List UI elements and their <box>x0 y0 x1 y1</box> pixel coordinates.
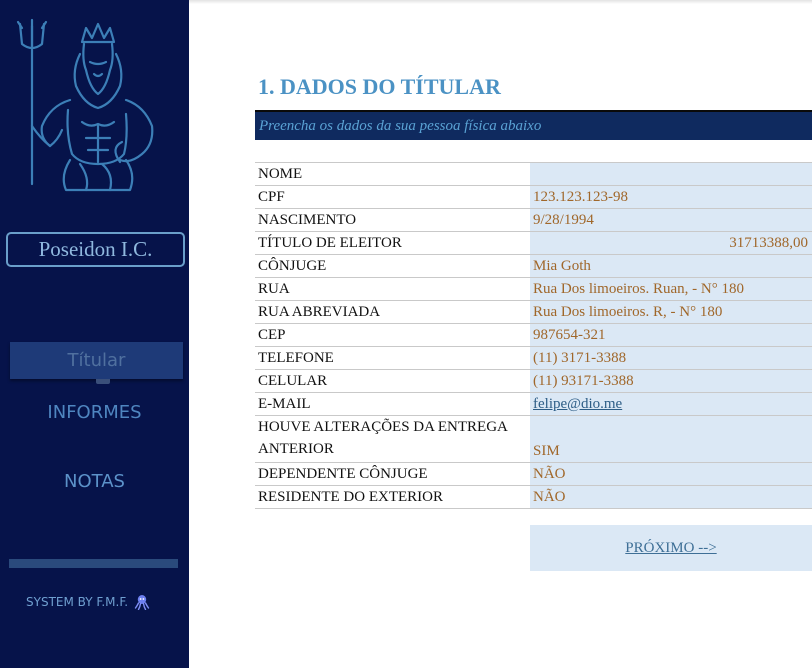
field-label: CÔNJUGE <box>255 254 530 278</box>
field-label: NOME <box>255 162 530 186</box>
rua-abreviada-field[interactable]: Rua Dos limoeiros. R, - N° 180 <box>530 300 812 324</box>
top-shadow <box>189 0 812 4</box>
nav-button-notas[interactable]: NOTAS <box>0 471 189 492</box>
table-row: CPF 123.123.123-98 <box>255 185 812 209</box>
field-label: E-MAIL <box>255 392 530 416</box>
field-label: NASCIMENTO <box>255 208 530 232</box>
field-label: DEPENDENTE CÔNJUGE <box>255 462 530 486</box>
table-row: NOME <box>255 162 812 186</box>
nome-field[interactable] <box>530 162 812 186</box>
section-subtitle: Preencha os dados da sua pessoa física a… <box>255 110 812 140</box>
field-label-line: ANTERIOR <box>258 441 334 457</box>
field-label: CELULAR <box>255 369 530 393</box>
page-title: 1. DADOS DO TÍTULAR <box>258 74 501 99</box>
table-row: CELULAR (11) 93171-3388 <box>255 369 812 393</box>
nav-button-titular-label: Títular <box>67 350 126 371</box>
brand-name: Poseidon I.C. <box>6 232 185 267</box>
telefone-field[interactable]: (11) 3171-3388 <box>530 346 812 370</box>
sidebar-divider <box>9 559 178 568</box>
cep-field[interactable]: 987654-321 <box>530 323 812 347</box>
table-row: NASCIMENTO 9/28/1994 <box>255 208 812 232</box>
sidebar: Poseidon I.C. Títular INFORMES NOTAS SYS… <box>0 0 189 668</box>
field-label: RESIDENTE DO EXTERIOR <box>255 485 530 509</box>
octopus-icon <box>134 595 150 610</box>
field-label: CEP <box>255 323 530 347</box>
field-label-line: HOUVE ALTERAÇÕES DA ENTREGA <box>258 419 508 435</box>
table-row: RUA ABREVIADA Rua Dos limoeiros. R, - N°… <box>255 300 812 324</box>
conjuge-field[interactable]: Mia Goth <box>530 254 812 278</box>
rua-field[interactable]: Rua Dos limoeiros. Ruan, - N° 180 <box>530 277 812 301</box>
table-row: HOUVE ALTERAÇÕES DA ENTREGA ANTERIOR SIM <box>255 415 812 463</box>
titular-data-table: NOME CPF 123.123.123-98 NASCIMENTO 9/28/… <box>255 162 812 509</box>
email-link[interactable]: felipe@dio.me <box>533 396 622 412</box>
system-credit: SYSTEM BY F.M.F. <box>26 594 150 610</box>
table-row: DEPENDENTE CÔNJUGE NÃO <box>255 462 812 486</box>
next-button[interactable]: PRÓXIMO --> <box>625 540 716 557</box>
field-label: RUA ABREVIADA <box>255 300 530 324</box>
table-row: CÔNJUGE Mia Goth <box>255 254 812 278</box>
email-field[interactable]: felipe@dio.me <box>530 392 812 416</box>
residente-exterior-field[interactable]: NÃO <box>530 485 812 509</box>
table-row: TELEFONE (11) 3171-3388 <box>255 346 812 370</box>
poseidon-logo-icon <box>16 18 154 192</box>
next-button-cell: PRÓXIMO --> <box>530 525 812 571</box>
system-credit-label: SYSTEM BY F.M.F. <box>26 595 129 609</box>
nav-button-informes[interactable]: INFORMES <box>0 402 189 423</box>
field-label: TELEFONE <box>255 346 530 370</box>
section-subtitle-text: Preencha os dados da sua pessoa física a… <box>259 117 542 134</box>
table-row: CEP 987654-321 <box>255 323 812 347</box>
table-row: RESIDENTE DO EXTERIOR NÃO <box>255 485 812 509</box>
field-label: CPF <box>255 185 530 209</box>
table-row: TÍTULO DE ELEITOR 31713388,00 <box>255 231 812 255</box>
field-label: RUA <box>255 277 530 301</box>
nascimento-field[interactable]: 9/28/1994 <box>530 208 812 232</box>
field-label: TÍTULO DE ELEITOR <box>255 231 530 255</box>
dependente-conjuge-field[interactable]: NÃO <box>530 462 812 486</box>
cpf-field[interactable]: 123.123.123-98 <box>530 185 812 209</box>
field-label: HOUVE ALTERAÇÕES DA ENTREGA ANTERIOR <box>255 415 530 463</box>
table-row: RUA Rua Dos limoeiros. Ruan, - N° 180 <box>255 277 812 301</box>
nav-button-knob <box>96 379 110 384</box>
nav-button-titular[interactable]: Títular <box>10 342 183 384</box>
titulo-eleitor-field[interactable]: 31713388,00 <box>530 231 812 255</box>
alteracoes-entrega-field[interactable]: SIM <box>530 415 812 463</box>
table-row: E-MAIL felipe@dio.me <box>255 392 812 416</box>
celular-field[interactable]: (11) 93171-3388 <box>530 369 812 393</box>
